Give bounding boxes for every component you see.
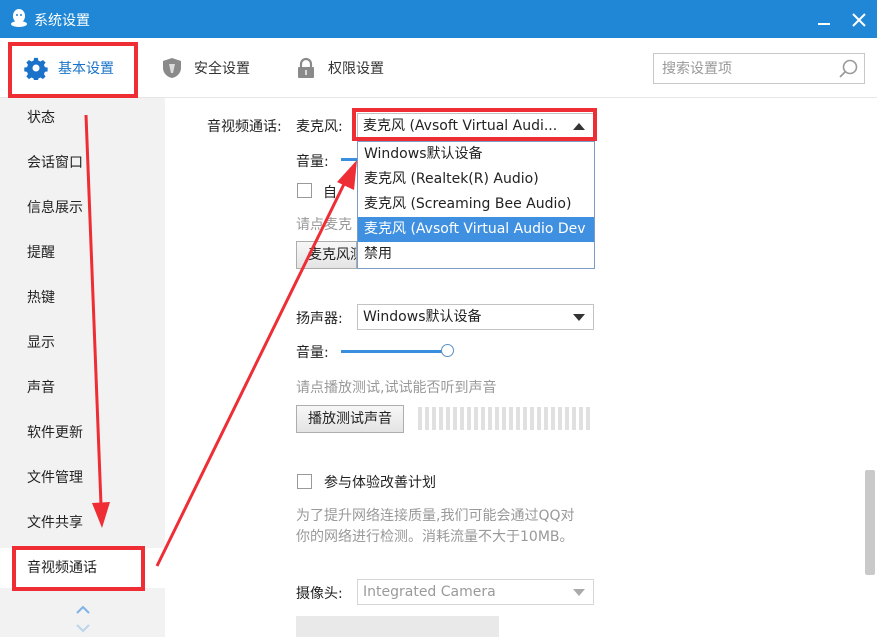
camera-label: 摄像头: xyxy=(296,586,343,602)
tab-security-settings[interactable]: 安全设置 xyxy=(160,38,250,98)
mic-test-button[interactable]: 麦克风测 xyxy=(296,241,357,269)
experience-desc-line1: 为了提升网络连接质量,我们可能会通过QQ对 xyxy=(296,508,575,524)
sidebar-item-av-call[interactable]: 音视频通话 xyxy=(0,548,165,588)
mic-option-screaming-bee[interactable]: 麦克风 (Screaming Bee Audio) xyxy=(358,192,594,217)
tab-permission-settings[interactable]: 权限设置 xyxy=(294,38,384,98)
mic-auto-label: 自 xyxy=(323,185,337,201)
mic-option-windows-default[interactable]: Windows默认设备 xyxy=(358,142,594,167)
sidebar-item-display[interactable]: 显示 xyxy=(0,323,165,363)
tab-basic-label: 基本设置 xyxy=(58,61,114,77)
experience-program-checkbox[interactable] xyxy=(297,474,312,489)
sidebar-item-status[interactable]: 状态 xyxy=(0,98,165,138)
minimize-icon[interactable] xyxy=(812,8,836,32)
sidebar-item-sound[interactable]: 声音 xyxy=(0,368,165,408)
scrollbar-thumb[interactable] xyxy=(865,470,875,575)
gear-icon xyxy=(24,57,48,80)
sidebar-item-file-management[interactable]: 文件管理 xyxy=(0,458,165,498)
speaker-hint: 请点播放测试,试试能否听到声音 xyxy=(296,380,497,396)
speaker-label: 扬声器: xyxy=(296,311,343,327)
tab-security-label: 安全设置 xyxy=(194,61,250,77)
mic-select[interactable]: 麦克风 (Avsoft Virtual Audi... xyxy=(357,113,594,139)
mic-volume-slider[interactable] xyxy=(341,158,357,161)
chevron-down-icon[interactable] xyxy=(75,621,91,635)
mic-label: 麦克风: xyxy=(296,119,343,135)
sidebar-item-hotkey[interactable]: 热键 xyxy=(0,278,165,318)
settings-tab-bar: 基本设置 安全设置 权限设置 xyxy=(0,38,877,98)
tab-permission-label: 权限设置 xyxy=(328,61,384,77)
lock-icon xyxy=(298,57,314,78)
camera-preview xyxy=(296,616,499,637)
speaker-volume-knob[interactable] xyxy=(441,344,454,357)
mic-volume-label: 音量: xyxy=(296,154,329,170)
mic-option-disabled[interactable]: 禁用 xyxy=(358,242,594,267)
main-scrollbar[interactable] xyxy=(863,98,877,637)
camera-select[interactable]: Integrated Camera xyxy=(357,579,594,605)
search-icon[interactable] xyxy=(838,58,860,80)
speaker-level-meter xyxy=(418,407,594,430)
speaker-test-button[interactable]: 播放测试声音 xyxy=(296,405,404,433)
mic-option-realtek[interactable]: 麦克风 (Realtek(R) Audio) xyxy=(358,167,594,192)
window-title: 系统设置 xyxy=(34,13,90,29)
close-icon[interactable] xyxy=(847,8,871,32)
experience-desc-line2: 你的网络进行检测。消耗流量不大于10MB。 xyxy=(296,529,574,545)
caret-down-icon xyxy=(573,589,585,596)
qq-penguin-icon xyxy=(11,9,27,27)
sidebar-item-chat-window[interactable]: 会话窗口 xyxy=(0,143,165,183)
speaker-volume-slider[interactable] xyxy=(341,350,447,353)
sidebar: 状态 会话窗口 信息展示 提醒 热键 显示 声音 软件更新 文件管理 文件共享 … xyxy=(0,98,165,637)
mic-option-avsoft[interactable]: 麦克风 (Avsoft Virtual Audio Dev xyxy=(358,217,594,242)
speaker-volume-label: 音量: xyxy=(296,345,329,361)
tab-basic-settings[interactable]: 基本设置 xyxy=(24,38,114,98)
mic-dropdown-list: Windows默认设备 麦克风 (Realtek(R) Audio) 麦克风 (… xyxy=(357,141,595,269)
caret-up-icon xyxy=(573,123,585,130)
search-box[interactable] xyxy=(653,53,865,84)
experience-program-label: 参与体验改善计划 xyxy=(324,475,436,491)
shield-icon xyxy=(163,58,181,78)
main-panel: 音视频通话: 麦克风: 麦克风 (Avsoft Virtual Audi... … xyxy=(165,98,877,637)
speaker-select[interactable]: Windows默认设备 xyxy=(357,304,594,330)
caret-down-icon xyxy=(573,314,585,321)
chevron-up-icon[interactable] xyxy=(75,603,91,617)
mic-hint: 请点麦克 xyxy=(296,217,352,233)
av-section-label: 音视频通话: xyxy=(207,119,282,135)
search-input[interactable] xyxy=(654,54,824,83)
sidebar-item-info-display[interactable]: 信息展示 xyxy=(0,188,165,228)
mic-select-value: 麦克风 (Avsoft Virtual Audi... xyxy=(363,118,558,134)
camera-select-value: Integrated Camera xyxy=(363,584,496,600)
speaker-select-value: Windows默认设备 xyxy=(363,309,482,325)
mic-auto-checkbox[interactable] xyxy=(297,183,312,198)
sidebar-item-file-sharing[interactable]: 文件共享 xyxy=(0,503,165,543)
sidebar-item-reminder[interactable]: 提醒 xyxy=(0,233,165,273)
title-bar: 系统设置 xyxy=(0,0,877,38)
sidebar-item-software-update[interactable]: 软件更新 xyxy=(0,413,165,453)
